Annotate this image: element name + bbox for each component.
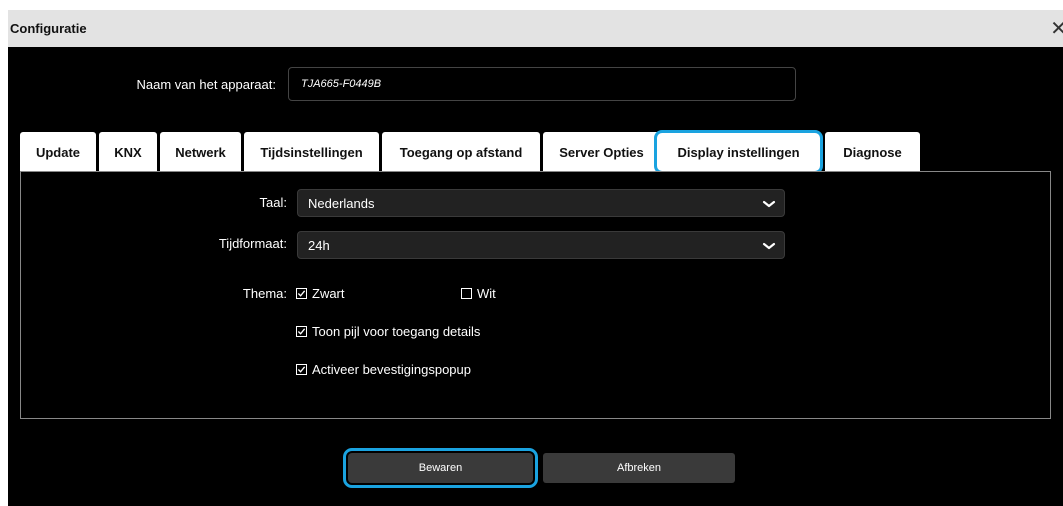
title-bar: Configuratie ✕ <box>8 10 1063 47</box>
tab-toegang-op-afstand[interactable]: Toegang op afstand <box>382 132 540 172</box>
close-icon[interactable]: ✕ <box>1050 16 1063 40</box>
cancel-button[interactable]: Afbreken <box>543 453 735 483</box>
device-name-label: Naam van het apparaat: <box>136 77 276 92</box>
language-label: Taal: <box>259 195 287 210</box>
save-button[interactable]: Bewaren <box>343 448 538 488</box>
show-arrow-checkbox[interactable]: Toon pijl voor toegang details <box>296 324 480 339</box>
device-name-input[interactable]: TJA665-F0449B <box>288 67 796 101</box>
chevron-down-icon <box>762 200 776 208</box>
tab-update[interactable]: Update <box>20 132 96 172</box>
checkbox-unchecked-icon <box>461 288 472 299</box>
window-title: Configuratie <box>10 21 87 36</box>
time-format-value: 24h <box>308 237 330 253</box>
confirm-popup-checkbox[interactable]: Activeer bevestigingspopup <box>296 362 471 377</box>
checkbox-checked-icon <box>296 288 307 299</box>
theme-white-checkbox[interactable]: Wit <box>461 286 496 301</box>
confirm-popup-label: Activeer bevestigingspopup <box>312 362 471 377</box>
show-arrow-label: Toon pijl voor toegang details <box>312 324 481 339</box>
time-format-select[interactable]: 24h <box>297 231 785 259</box>
theme-black-label: Zwart <box>312 286 345 301</box>
theme-black-checkbox[interactable]: Zwart <box>296 286 345 301</box>
tab-knx[interactable]: KNX <box>99 132 157 172</box>
language-value: Nederlands <box>308 195 375 211</box>
configuration-dialog: Naam van het apparaat: TJA665-F0449B Upd… <box>8 47 1063 506</box>
theme-label: Thema: <box>242 286 287 301</box>
checkbox-checked-icon <box>296 364 307 375</box>
chevron-down-icon <box>762 242 776 250</box>
display-settings-panel: Taal: Nederlands Tijdformaat: 24h Thema:… <box>20 172 1051 419</box>
tab-tijdsinstellingen[interactable]: Tijdsinstellingen <box>244 132 379 172</box>
checkbox-checked-icon <box>296 326 307 337</box>
tab-display-instellingen[interactable]: Display instellingen <box>654 130 823 174</box>
time-format-label: Tijdformaat: <box>218 236 287 251</box>
theme-white-label: Wit <box>477 286 496 301</box>
tab-netwerk[interactable]: Netwerk <box>160 132 241 172</box>
tab-diagnose[interactable]: Diagnose <box>825 132 920 172</box>
tab-server-opties[interactable]: Server Opties <box>543 132 660 172</box>
language-select[interactable]: Nederlands <box>297 189 785 217</box>
